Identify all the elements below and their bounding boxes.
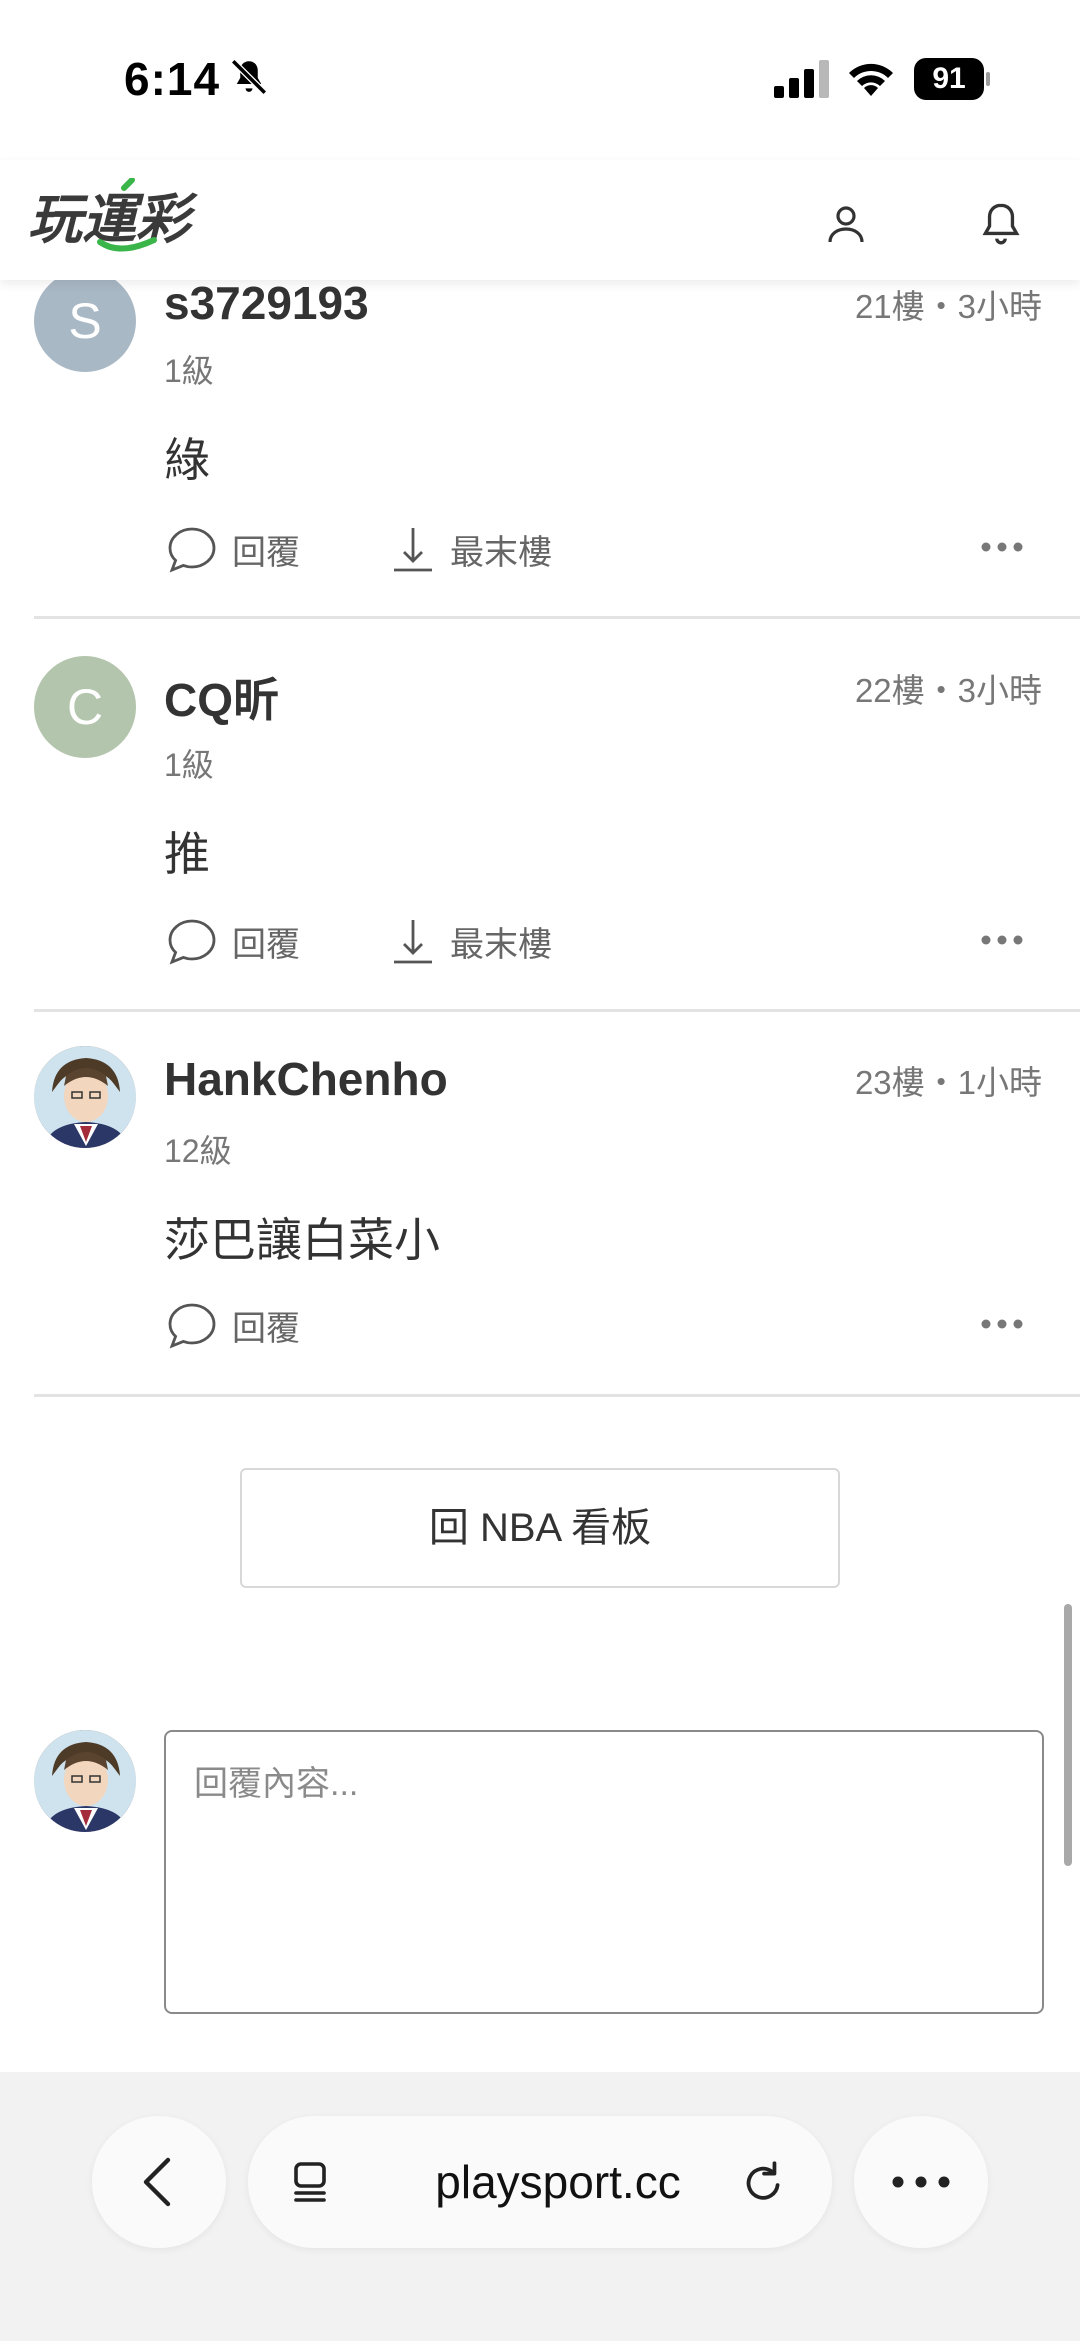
bell-off-icon xyxy=(231,59,267,95)
last-floor-label: 最末樓 xyxy=(450,925,552,964)
scrollbar[interactable] xyxy=(1064,1604,1072,1866)
url-text: playsport.cc xyxy=(435,2156,681,2208)
last-floor-label: 最末樓 xyxy=(450,533,552,572)
site-logo[interactable]: 玩運彩 xyxy=(28,178,228,258)
download-arrow-icon xyxy=(394,920,432,964)
last-floor-button[interactable]: 最末樓 xyxy=(390,916,552,966)
svg-text:玩運彩: 玩運彩 xyxy=(28,188,198,251)
username[interactable]: s3729193 xyxy=(164,276,369,330)
browser-toolbar: playsport.cc xyxy=(0,2072,1080,2341)
floor-time: 22樓・3小時 xyxy=(854,672,1042,709)
download-arrow-icon xyxy=(394,528,432,572)
reply-label: 回覆 xyxy=(232,925,300,964)
status-bar: 6:14 91 xyxy=(0,0,1080,160)
username[interactable]: HankChenho xyxy=(164,1052,448,1106)
page: 6:14 91 玩運彩 S s3729193 21樓・3小時 1級 綠 回覆 最… xyxy=(0,0,1080,2341)
comment-content: 推 xyxy=(164,828,210,880)
more-options-icon[interactable] xyxy=(980,1317,1024,1331)
more-horizontal-icon xyxy=(892,2176,950,2188)
battery-level: 91 xyxy=(914,58,984,100)
site-header: 玩運彩 xyxy=(0,160,1080,280)
avatar[interactable] xyxy=(34,1046,136,1148)
current-user-avatar xyxy=(34,1730,136,1832)
speech-bubble-icon xyxy=(168,1303,216,1349)
user-level: 1級 xyxy=(164,747,214,783)
comment-content: 綠 xyxy=(164,434,210,486)
reply-button[interactable]: 回覆 xyxy=(166,1300,300,1350)
divider xyxy=(34,1009,1080,1012)
wifi-icon xyxy=(849,63,893,96)
battery-tip xyxy=(986,72,990,86)
user-icon[interactable] xyxy=(822,200,870,248)
user-level: 12級 xyxy=(164,1133,232,1169)
floor-time: 23樓・1小時 xyxy=(854,1064,1042,1101)
cellular-signal-icon xyxy=(774,60,829,98)
anime-avatar-image xyxy=(34,1730,136,1832)
tab-layout-icon xyxy=(294,2162,326,2202)
status-time: 6:14 xyxy=(124,53,221,105)
divider xyxy=(34,616,1080,619)
reply-button[interactable]: 回覆 xyxy=(166,916,300,966)
divider xyxy=(34,1394,1080,1397)
address-bar[interactable]: playsport.cc xyxy=(248,2116,832,2248)
browser-back-button[interactable] xyxy=(92,2116,226,2248)
floor-time: 21樓・3小時 xyxy=(854,288,1042,325)
reply-label: 回覆 xyxy=(232,1309,300,1348)
chevron-left-icon xyxy=(143,2157,171,2207)
reply-label: 回覆 xyxy=(232,533,300,572)
reply-input[interactable] xyxy=(164,1730,1044,2014)
avatar[interactable]: S xyxy=(34,270,136,372)
speech-bubble-icon xyxy=(168,919,216,965)
username[interactable]: CQ昕 xyxy=(164,664,279,730)
more-options-icon[interactable] xyxy=(980,933,1024,947)
back-to-board-button[interactable]: 回 NBA 看板 xyxy=(240,1468,840,1588)
avatar[interactable]: C xyxy=(34,656,136,758)
speech-bubble-icon xyxy=(168,527,216,573)
user-level: 1級 xyxy=(164,353,214,389)
battery-indicator: 91 xyxy=(914,58,990,100)
browser-more-button[interactable] xyxy=(854,2116,988,2248)
anime-avatar-image xyxy=(34,1046,136,1148)
more-options-icon[interactable] xyxy=(980,540,1024,554)
reply-button[interactable]: 回覆 xyxy=(166,524,300,574)
bell-icon[interactable] xyxy=(976,198,1026,248)
comment-content: 莎巴讓白菜小 xyxy=(164,1214,440,1266)
reload-icon[interactable] xyxy=(738,2158,788,2208)
last-floor-button[interactable]: 最末樓 xyxy=(390,524,552,574)
